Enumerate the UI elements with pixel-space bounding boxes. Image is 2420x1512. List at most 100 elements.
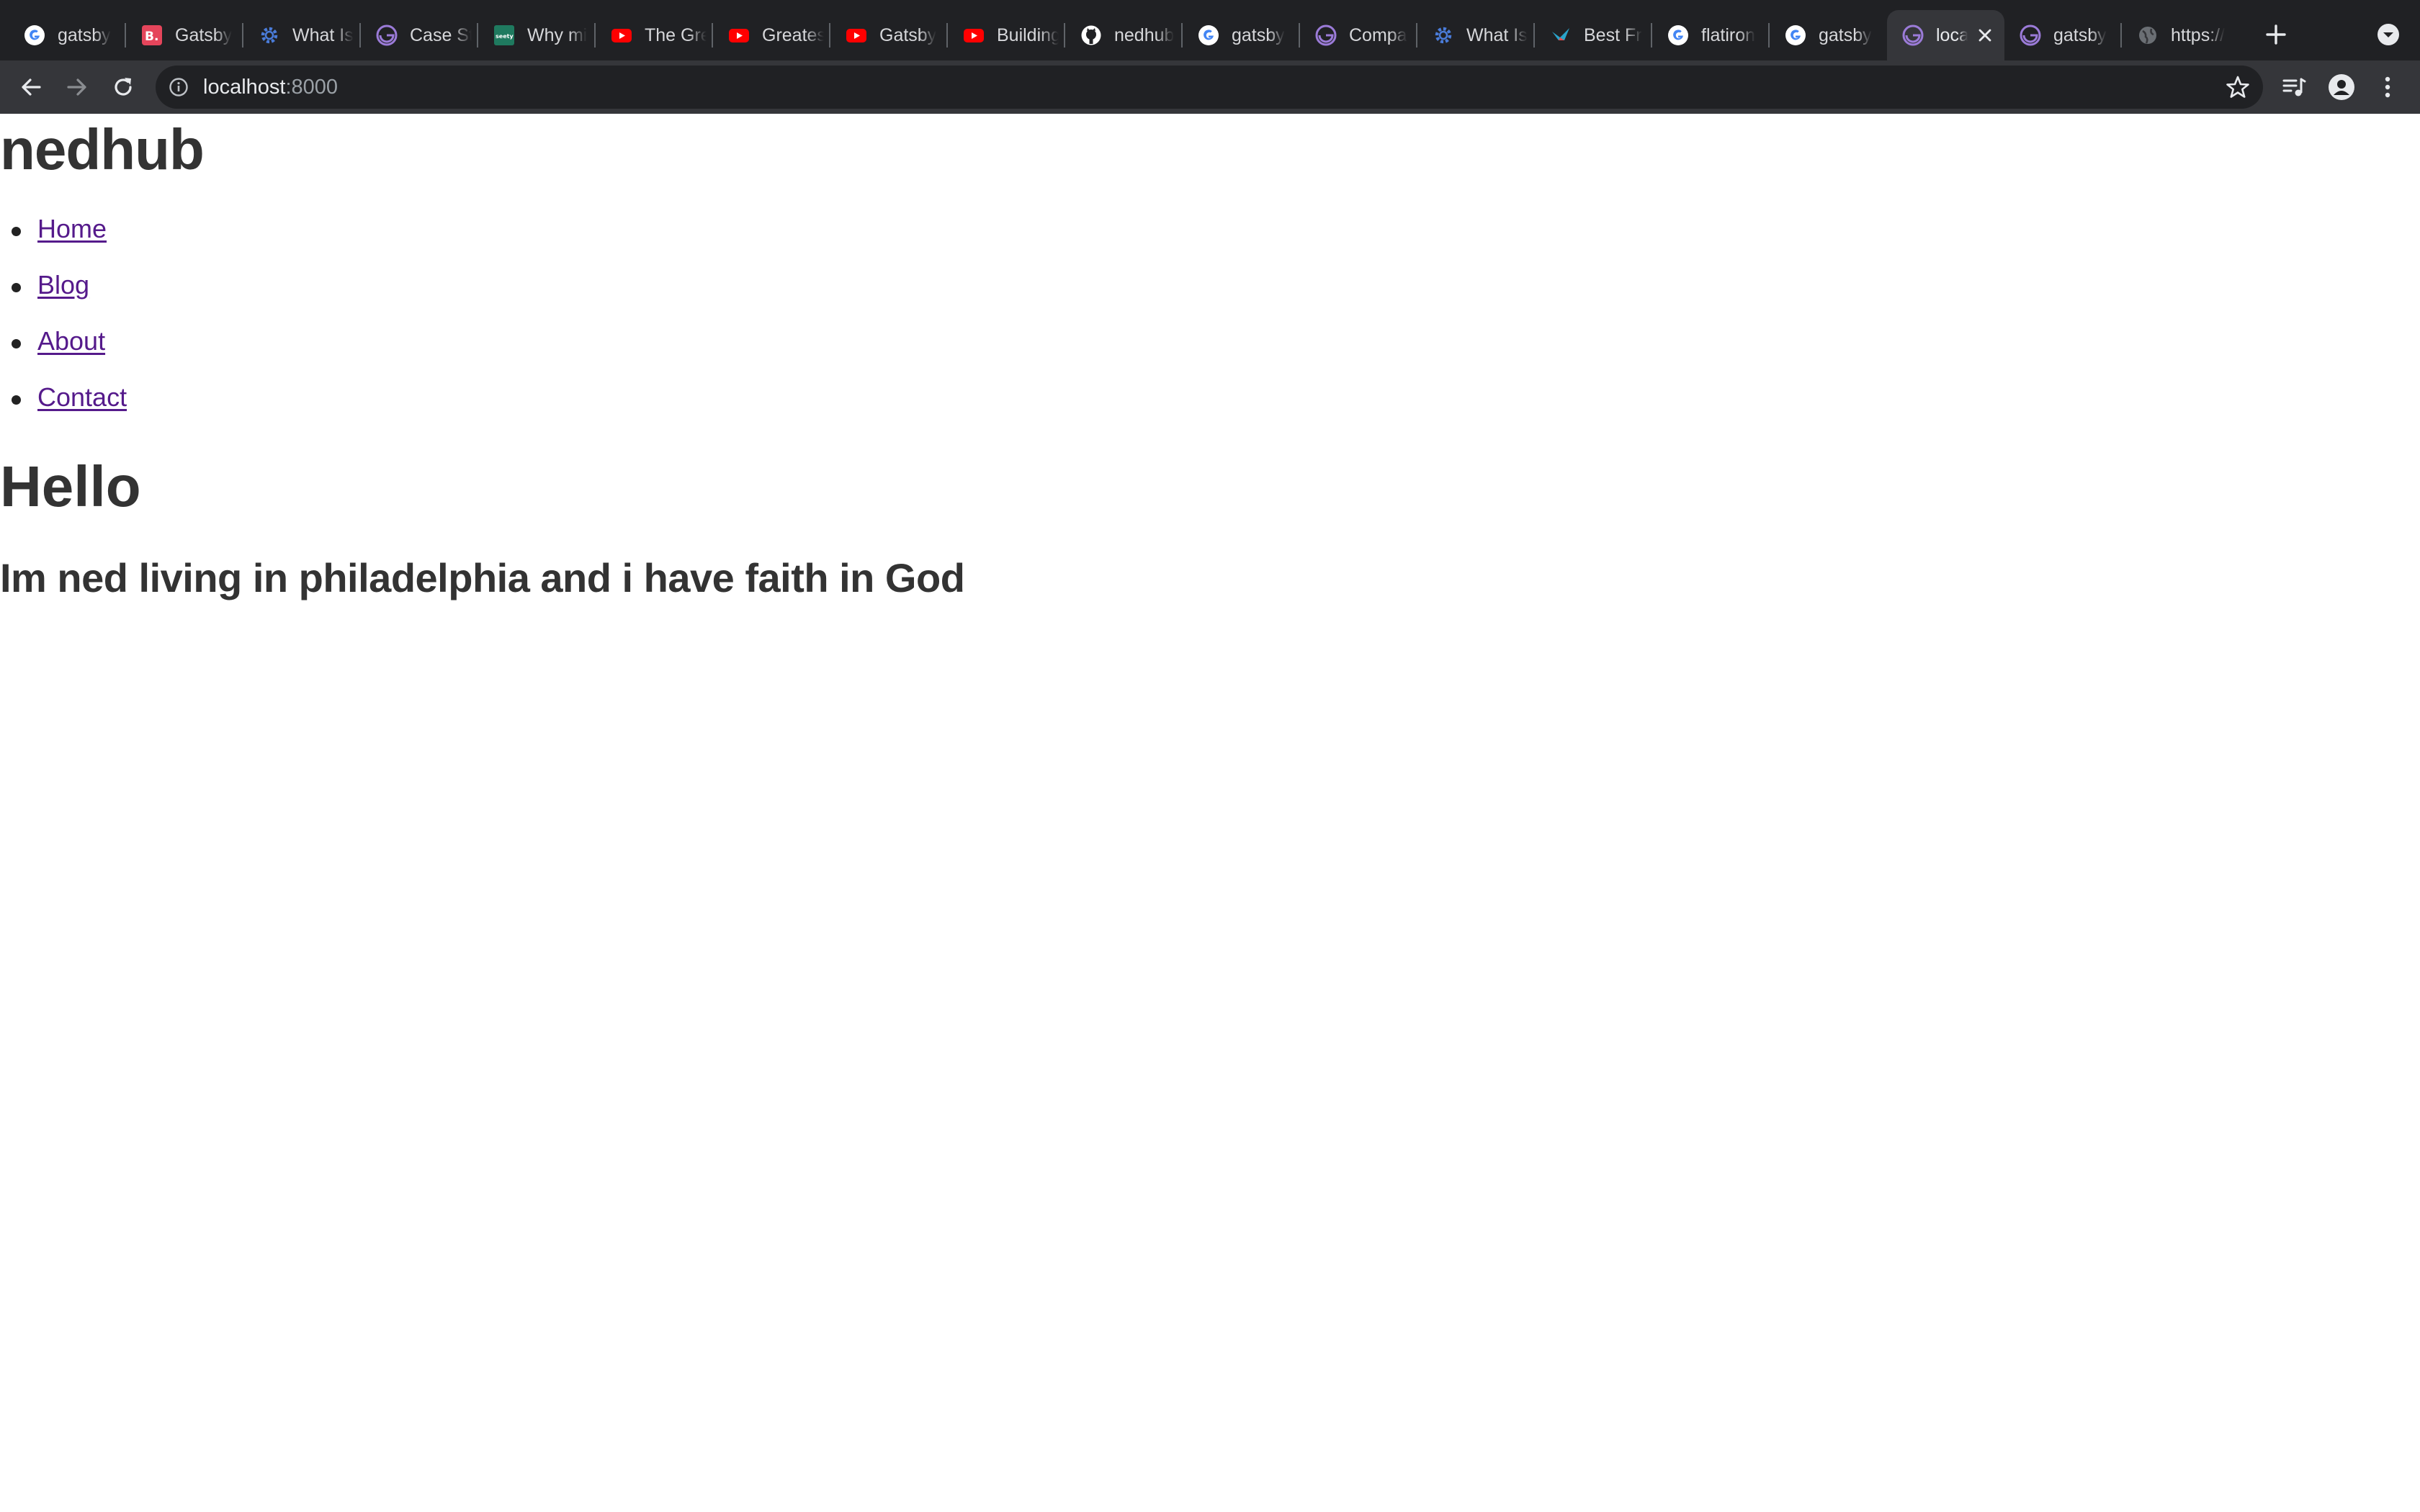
nav-link-home[interactable]: Home — [37, 214, 107, 243]
reload-icon — [115, 78, 132, 96]
tab[interactable]: Compa — [1300, 10, 1417, 60]
gatsby-icon — [375, 24, 398, 47]
gatsby-icon — [2019, 24, 2042, 47]
tab[interactable]: gatsby — [9, 10, 126, 60]
tab[interactable]: B. Gatsby — [126, 10, 243, 60]
site-title: nedhub — [0, 117, 205, 181]
youtube-icon — [610, 24, 633, 47]
tab-title: Gatsby — [175, 24, 233, 45]
arrow-right-icon — [67, 78, 86, 96]
page-content: nedhub Home Blog About Contact Hello Im … — [0, 114, 2420, 1512]
plus-icon — [2266, 24, 2286, 45]
tab-title: gatsby — [1819, 24, 1872, 45]
tab[interactable]: Best Fr — [1535, 10, 1652, 60]
tab[interactable]: gatsby — [1183, 10, 1300, 60]
tab-title: The Gre — [645, 24, 707, 45]
nav-item-blog: Blog — [0, 264, 127, 320]
new-tab-button[interactable] — [2260, 19, 2292, 50]
google-icon — [1667, 24, 1690, 47]
arrow-left-icon — [22, 78, 41, 96]
tab-title: Greates — [762, 24, 824, 45]
tab-title: What Is — [292, 24, 354, 45]
tab[interactable]: gatsby — [2004, 10, 2122, 60]
seety-icon: seety — [493, 24, 516, 47]
google-icon — [1197, 24, 1220, 47]
nav-link-about[interactable]: About — [37, 326, 105, 356]
github-icon — [1080, 24, 1103, 47]
tab-active[interactable]: loca — [1887, 10, 2004, 60]
toolbar: localhost:8000 — [0, 60, 2420, 114]
bullet — [12, 339, 21, 348]
tab[interactable]: Case St — [361, 10, 478, 60]
avatar-icon — [2329, 74, 2354, 100]
tab-close-button[interactable] — [1976, 26, 1994, 45]
page-tagline: Im ned living in philadelphia and i have… — [0, 555, 965, 600]
tab-title: loca — [1936, 24, 1968, 45]
bullet — [12, 283, 21, 292]
tab[interactable]: Building — [948, 10, 1065, 60]
svg-text:seety: seety — [496, 33, 514, 40]
address-bar[interactable]: localhost:8000 — [156, 66, 2263, 109]
google-icon — [1784, 24, 1807, 47]
bullet — [12, 395, 21, 405]
nav-item-about: About — [0, 320, 127, 376]
bird-icon — [1549, 24, 1572, 47]
globe-icon — [2136, 24, 2159, 47]
youtube-icon — [845, 24, 868, 47]
nav-link-blog[interactable]: Blog — [37, 270, 89, 300]
tab-title: nedhub — [1114, 24, 1175, 45]
page-heading: Hello — [0, 454, 141, 518]
svg-text:B.: B. — [145, 30, 158, 44]
tab-title: Building — [997, 24, 1059, 45]
playlist-icon — [2282, 78, 2306, 96]
tab-title: Why mi — [527, 24, 588, 45]
tab[interactable]: What Is — [1417, 10, 1535, 60]
tab[interactable]: Gatsby — [830, 10, 948, 60]
kebab-menu-icon — [2385, 76, 2390, 98]
tab-title: What Is — [1466, 24, 1528, 45]
reload-button[interactable] — [107, 71, 140, 104]
address-host: localhost — [203, 76, 286, 99]
tab-search-button[interactable] — [2374, 20, 2403, 49]
main-nav: Home Blog About Contact — [0, 207, 127, 432]
browser-chrome: gatsby B. Gatsby What Is Case St seety Why mi T… — [0, 0, 2420, 114]
gatsby-icon — [1901, 24, 1924, 47]
youtube-icon — [962, 24, 985, 47]
tab-title: Gatsby — [879, 24, 937, 45]
tab-title: Case St — [410, 24, 472, 45]
profile-button[interactable] — [2325, 71, 2358, 104]
tab[interactable]: https:// — [2122, 10, 2239, 60]
bullet — [12, 227, 21, 236]
tab-title: Compa — [1349, 24, 1407, 45]
google-icon — [23, 24, 46, 47]
tab[interactable]: flatiron — [1652, 10, 1770, 60]
chevron-down-circle-icon — [2378, 24, 2399, 45]
nav-link-contact[interactable]: Contact — [37, 382, 127, 412]
tab-title: https:// — [2171, 24, 2226, 45]
nav-item-home: Home — [0, 207, 127, 264]
nav-item-contact: Contact — [0, 376, 127, 432]
tab[interactable]: gatsby — [1770, 10, 1887, 60]
youtube-icon — [727, 24, 750, 47]
tab-title: gatsby — [1232, 24, 1285, 45]
b-logo-icon: B. — [140, 24, 163, 47]
bookmark-star-icon[interactable] — [2226, 75, 2250, 99]
tab-title: flatiron — [1701, 24, 1756, 45]
address-url: localhost:8000 — [203, 75, 338, 99]
forward-button[interactable] — [60, 71, 94, 104]
close-icon — [1978, 29, 1991, 42]
tab-list: gatsby B. Gatsby What Is Case St seety Why mi T… — [9, 10, 2239, 60]
gear-icon — [1432, 24, 1455, 47]
tab[interactable]: nedhub — [1065, 10, 1183, 60]
tab[interactable]: The Gre — [596, 10, 713, 60]
back-button[interactable] — [14, 71, 48, 104]
gear-icon — [258, 24, 281, 47]
address-port: :8000 — [285, 76, 339, 99]
menu-button[interactable] — [2371, 71, 2404, 104]
tab[interactable]: seety Why mi — [478, 10, 596, 60]
tab-strip: gatsby B. Gatsby What Is Case St seety Why mi T… — [0, 0, 2420, 60]
tab[interactable]: Greates — [713, 10, 830, 60]
info-icon — [169, 78, 188, 96]
media-controls-button[interactable] — [2277, 71, 2311, 104]
tab[interactable]: What Is — [243, 10, 361, 60]
